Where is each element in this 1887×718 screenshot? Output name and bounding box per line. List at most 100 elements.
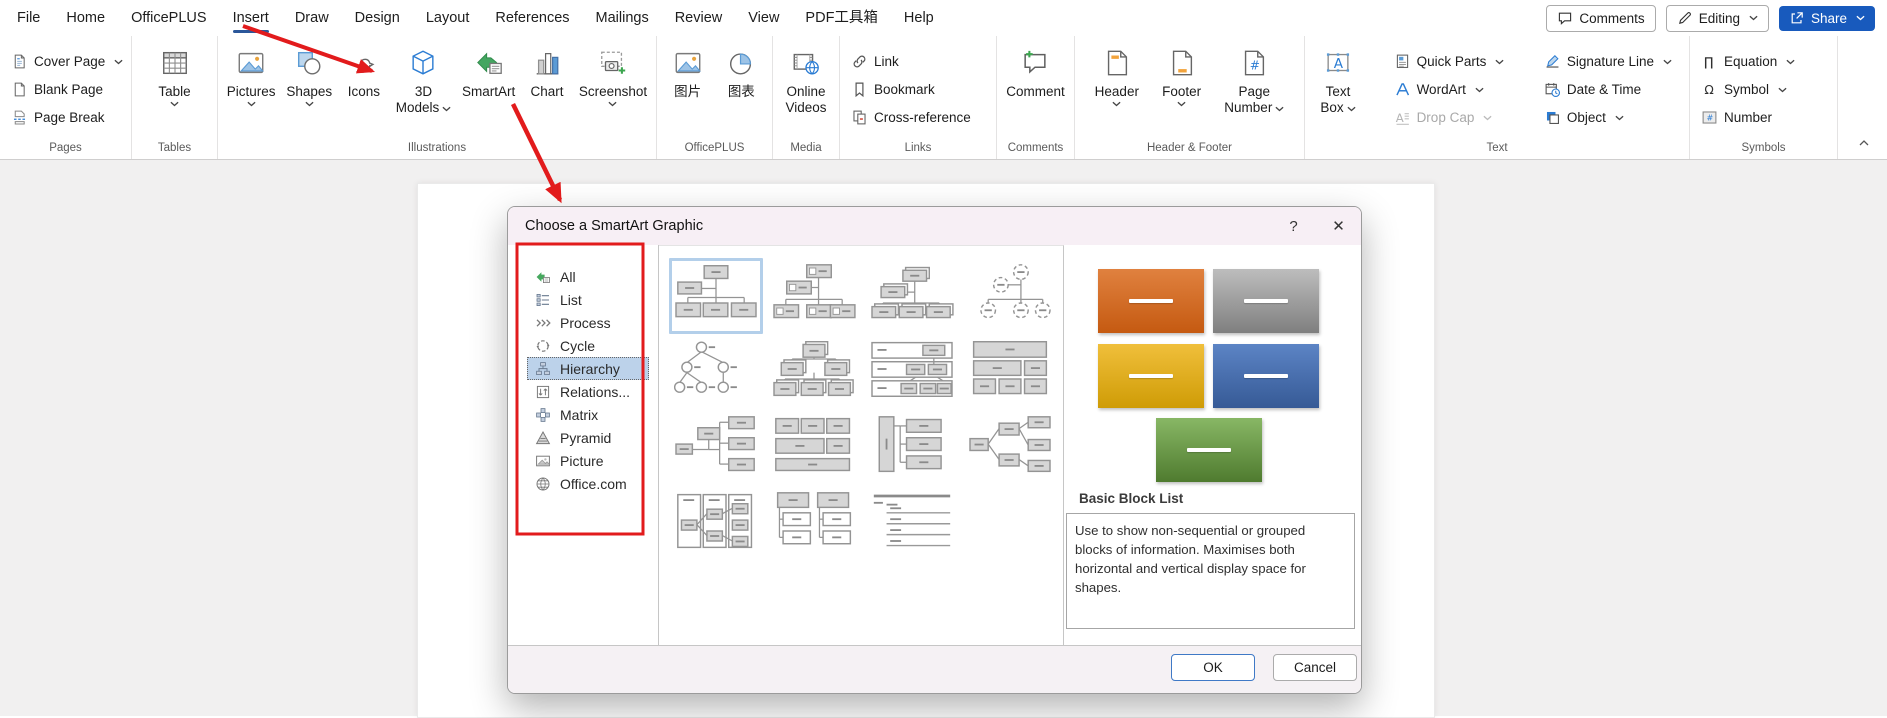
number-button[interactable]: # Number [1697, 106, 1799, 129]
header-button[interactable]: Header [1091, 39, 1143, 140]
gallery-item-vertical-accent-list[interactable] [865, 410, 959, 486]
chevron-down-icon [1347, 106, 1356, 112]
ribbon-group-symbols: ∏ Equation Ω Symbol # Number Symbols [1690, 36, 1838, 159]
category-process[interactable]: Process [527, 311, 649, 334]
chevron-down-icon [1275, 106, 1284, 112]
smartart-button[interactable]: SmartArt [458, 39, 519, 140]
gallery-item-column-hierarchy[interactable] [669, 486, 763, 562]
gallery-item-table-hierarchy-blocks[interactable] [963, 334, 1057, 410]
collapse-ribbon-button[interactable] [1856, 135, 1872, 156]
category-picture[interactable]: Picture [527, 449, 649, 472]
dialog-title: Choose a SmartArt Graphic [525, 218, 704, 234]
3d-models-button[interactable]: 3D Models [392, 39, 456, 140]
icons-button[interactable]: Icons [339, 39, 389, 140]
gallery-item-table-hierarchy-rows[interactable] [865, 334, 959, 410]
shapes-button[interactable]: Shapes [282, 39, 336, 140]
gallery-item-horizontal-hierarchy[interactable] [963, 410, 1057, 486]
text-box-button[interactable]: A Text Box [1313, 39, 1363, 140]
menu-item-mailings[interactable]: Mailings [583, 0, 662, 36]
table-button[interactable]: Table [150, 39, 200, 140]
editing-button[interactable]: Editing [1665, 4, 1769, 32]
ribbon: Cover Page Blank Page Page Break Pages Table… [0, 36, 1887, 160]
cat-hierarchy-icon [534, 360, 551, 377]
category-cycle[interactable]: Cycle [527, 334, 649, 357]
chevron-down-icon [1483, 115, 1492, 121]
svg-text:∏: ∏ [1704, 55, 1713, 69]
category-list: All List Process Cycle Hierarchy Relations...… [508, 245, 659, 645]
category-relations[interactable]: Relations... [527, 380, 649, 403]
date-time-button[interactable]: Date & Time [1540, 78, 1676, 101]
gallery-item-half-circle-organization-chart[interactable] [865, 258, 959, 334]
screenshot-button[interactable]: Screenshot [575, 39, 651, 140]
equation-label: Equation [1724, 54, 1778, 69]
menu-item-review[interactable]: Review [662, 0, 736, 36]
category-list[interactable]: List [527, 288, 649, 311]
share-button[interactable]: Share [1778, 5, 1875, 31]
gallery-item-organization-chart[interactable] [669, 258, 763, 334]
chevron-down-icon [247, 101, 256, 111]
comments-button[interactable]: Comments [1546, 4, 1656, 32]
gallery-item-hierarchy-circles[interactable] [669, 334, 763, 410]
shapes-label: Shapes [286, 84, 333, 99]
icons-icon [349, 42, 379, 84]
gallery-item-name-title-organization-chart[interactable] [767, 258, 861, 334]
gallery-item-labeled-hierarchy[interactable] [767, 334, 861, 410]
page-number-button[interactable]: # Page Number [1220, 39, 1288, 140]
cat-picture-icon [534, 452, 551, 469]
cross-reference-button[interactable]: Cross-reference [847, 106, 975, 129]
signature-line-button[interactable]: Signature Line [1540, 50, 1676, 73]
link-button[interactable]: Link [847, 50, 975, 73]
gallery-item-block-hierarchy-grid[interactable] [767, 410, 861, 486]
equation-button[interactable]: ∏ Equation [1697, 50, 1799, 73]
category-pyramid[interactable]: Pyramid [527, 426, 649, 449]
item-button[interactable]: 图片 [663, 39, 713, 140]
symbol-button[interactable]: Ω Symbol [1697, 78, 1799, 101]
ok-button[interactable]: OK [1171, 654, 1255, 681]
orange-block [1098, 269, 1204, 333]
chart-button[interactable]: Chart [522, 39, 572, 140]
menu-item-view[interactable]: View [735, 0, 792, 36]
symbol-icon: Ω [1701, 81, 1718, 98]
page-break-button[interactable]: Page Break [7, 106, 127, 129]
category-office-com[interactable]: Office.com [527, 472, 649, 495]
svg-text:A: A [1395, 111, 1404, 125]
object-button[interactable]: Object [1540, 106, 1676, 129]
menu-item-insert[interactable]: Insert [220, 0, 282, 36]
cancel-button[interactable]: Cancel [1273, 654, 1357, 681]
symbol-label: Symbol [1724, 82, 1770, 97]
quick-parts-button[interactable]: Quick Parts [1390, 50, 1509, 73]
link-label: Link [874, 54, 899, 69]
category-all[interactable]: All [527, 265, 649, 288]
menu-item-references[interactable]: References [482, 0, 582, 36]
close-button[interactable]: ✕ [1316, 207, 1361, 245]
cover-page-button[interactable]: Cover Page [7, 50, 127, 73]
gray-block [1213, 269, 1319, 333]
menu-item-help[interactable]: Help [891, 0, 947, 36]
pictures-button[interactable]: Pictures [223, 39, 280, 140]
comment-button[interactable]: Comment [1002, 39, 1069, 140]
menu-item-design[interactable]: Design [342, 0, 413, 36]
wordart-button[interactable]: WordArt [1390, 78, 1509, 101]
gallery-item-architecture-layout[interactable] [767, 486, 861, 562]
menu-item-file[interactable]: File [4, 0, 53, 36]
menu-item-pdf[interactable]: PDF工具箱 [792, 0, 891, 36]
category-hierarchy[interactable]: Hierarchy [527, 357, 649, 380]
gallery-item-circle-picture-hierarchy[interactable] [963, 258, 1057, 334]
category-matrix[interactable]: Matrix [527, 403, 649, 426]
gold-block [1098, 344, 1204, 408]
ribbon-group-officeplus: 图片 图表 OfficePLUS [657, 36, 773, 159]
bookmark-button[interactable]: Bookmark [847, 78, 975, 101]
blank-page-button[interactable]: Blank Page [7, 78, 127, 101]
item-button[interactable]: 图表 [716, 39, 766, 140]
online-videos-button[interactable]: Online Videos [781, 39, 831, 140]
menu-item-officeplus[interactable]: OfficePLUS [118, 0, 220, 36]
cat-process-icon [534, 314, 551, 331]
menu-item-layout[interactable]: Layout [413, 0, 483, 36]
menu-item-home[interactable]: Home [53, 0, 118, 36]
footer-button[interactable]: Footer [1157, 39, 1207, 140]
menu-item-draw[interactable]: Draw [282, 0, 342, 36]
help-button[interactable]: ? [1271, 207, 1316, 245]
gallery-item-lined-list[interactable] [865, 486, 959, 562]
gallery-item-horizontal-organization-chart[interactable] [669, 410, 763, 486]
page-break-label: Page Break [34, 110, 105, 125]
